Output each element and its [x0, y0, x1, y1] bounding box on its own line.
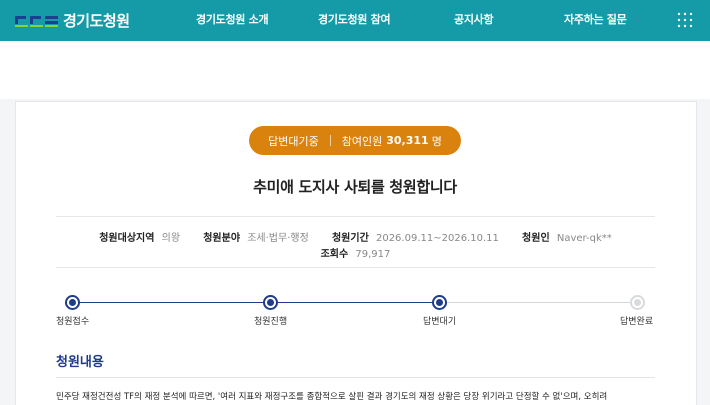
- info-author-value: Naver-qk**: [556, 233, 612, 244]
- info-field-value: 조세·법무·행정: [247, 233, 309, 244]
- info-views-label: 조회수: [320, 249, 349, 260]
- status-text: 답변대기중: [268, 134, 319, 148]
- progress-track-complete: [72, 302, 439, 303]
- gyeonggi-logo-icon: [14, 12, 60, 28]
- grid-menu-icon[interactable]: [677, 12, 693, 28]
- participants-count: 30,311: [386, 134, 429, 147]
- step-label-received: 청원접수: [56, 317, 90, 327]
- nav-participate[interactable]: 경기도청원 참여: [318, 11, 391, 27]
- petition-title: 추미애 도지사 사퇴를 청원합니다: [253, 178, 457, 196]
- info-views-value: 79,917: [355, 249, 391, 260]
- site-title: 경기도청원: [63, 11, 130, 30]
- step-label-awaiting-answer: 답변대기: [423, 317, 457, 327]
- section-divider: [56, 377, 655, 378]
- status-badge: 답변대기중 참여인원 30,311 명: [249, 126, 461, 155]
- nav-notices[interactable]: 공지사항: [454, 11, 494, 27]
- participants-label: 참여인원: [341, 134, 383, 148]
- info-period-value: 2026.09.11~2026.10.11: [375, 233, 499, 244]
- nav-faq[interactable]: 자주하는 질문: [564, 11, 627, 27]
- site-logo[interactable]: 경기도청원: [14, 9, 130, 31]
- participants-unit: 명: [431, 134, 442, 148]
- info-region-value: 의왕: [161, 233, 181, 244]
- nav-about[interactable]: 경기도청원 소개: [196, 11, 269, 27]
- info-author-label: 청원인: [522, 233, 550, 244]
- section-title-content: 청원내용: [56, 355, 104, 370]
- info-views: 조회수 79,917: [321, 245, 391, 260]
- step-label-in-progress: 청원진행: [254, 317, 288, 327]
- page-banner-area: [0, 41, 710, 99]
- step-dot-received: [65, 295, 80, 310]
- step-dot-awaiting-answer: [432, 295, 447, 310]
- petition-body: 민주당 재정건전성 TF의 재정 분석에 따르면, '여러 지표와 재정구조를 …: [56, 392, 608, 402]
- info-author: 청원인 Naver-qk**: [522, 229, 612, 244]
- info-period: 청원기간 2026.09.11~2026.10.11: [332, 229, 499, 244]
- petition-info: 청원대상지역 의왕 청원분야 조세·법무·행정 청원기간 2026.09.11~…: [56, 216, 655, 268]
- info-field: 청원분야 조세·법무·행정: [203, 229, 309, 244]
- step-label-answered: 답변완료: [620, 317, 654, 327]
- progress-track-pending: [439, 302, 637, 303]
- info-region: 청원대상지역 의왕: [99, 229, 180, 244]
- info-field-label: 청원분야: [203, 233, 241, 244]
- status-divider: [329, 135, 331, 146]
- step-dot-answered: [630, 295, 645, 310]
- info-region-label: 청원대상지역: [99, 233, 155, 244]
- info-period-label: 청원기간: [331, 233, 369, 244]
- step-dot-in-progress: [263, 295, 278, 310]
- top-navigation-bar: 경기도청원 경기도청원 소개 경기도청원 참여 공지사항 자주하는 질문: [0, 0, 710, 41]
